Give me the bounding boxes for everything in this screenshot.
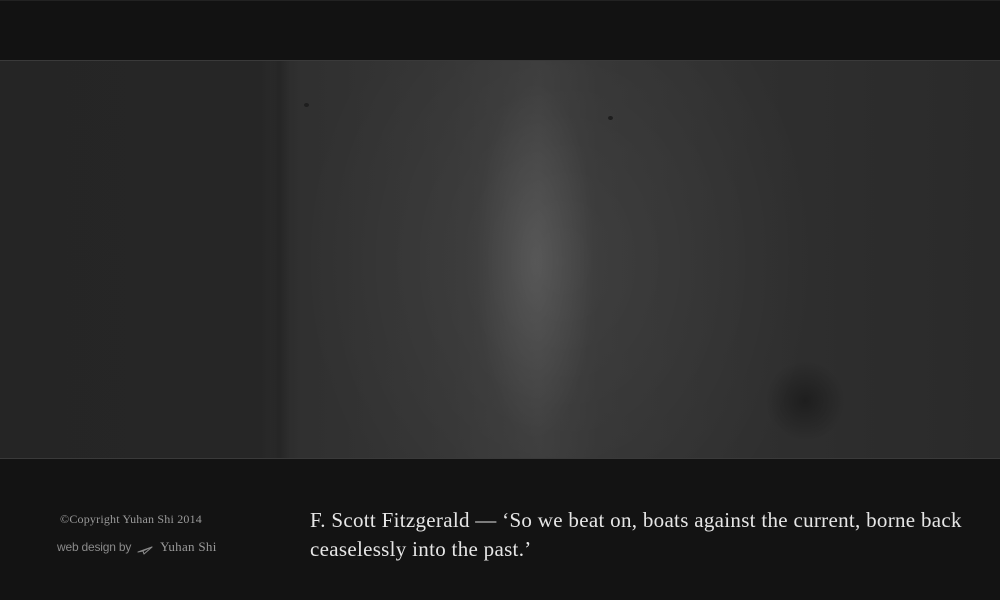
hero-speck [304, 103, 309, 107]
credit-name: Yuhan Shi [160, 539, 217, 554]
top-bar [0, 0, 1000, 60]
paper-plane-icon [137, 542, 153, 555]
hero-image [0, 60, 1000, 459]
credit-prefix: web design by [57, 540, 132, 554]
hero-speck [608, 116, 613, 120]
hero-photo-edge [270, 61, 290, 458]
design-credit[interactable]: web design by Yuhan Shi [57, 539, 217, 555]
page: ©Copyright Yuhan Shi 2014 web design by … [0, 0, 1000, 600]
quote-text: F. Scott Fitzgerald — ‘So we beat on, bo… [310, 508, 962, 561]
copyright-text: ©Copyright Yuhan Shi 2014 [60, 512, 203, 526]
footer: ©Copyright Yuhan Shi 2014 web design by … [0, 459, 1000, 600]
